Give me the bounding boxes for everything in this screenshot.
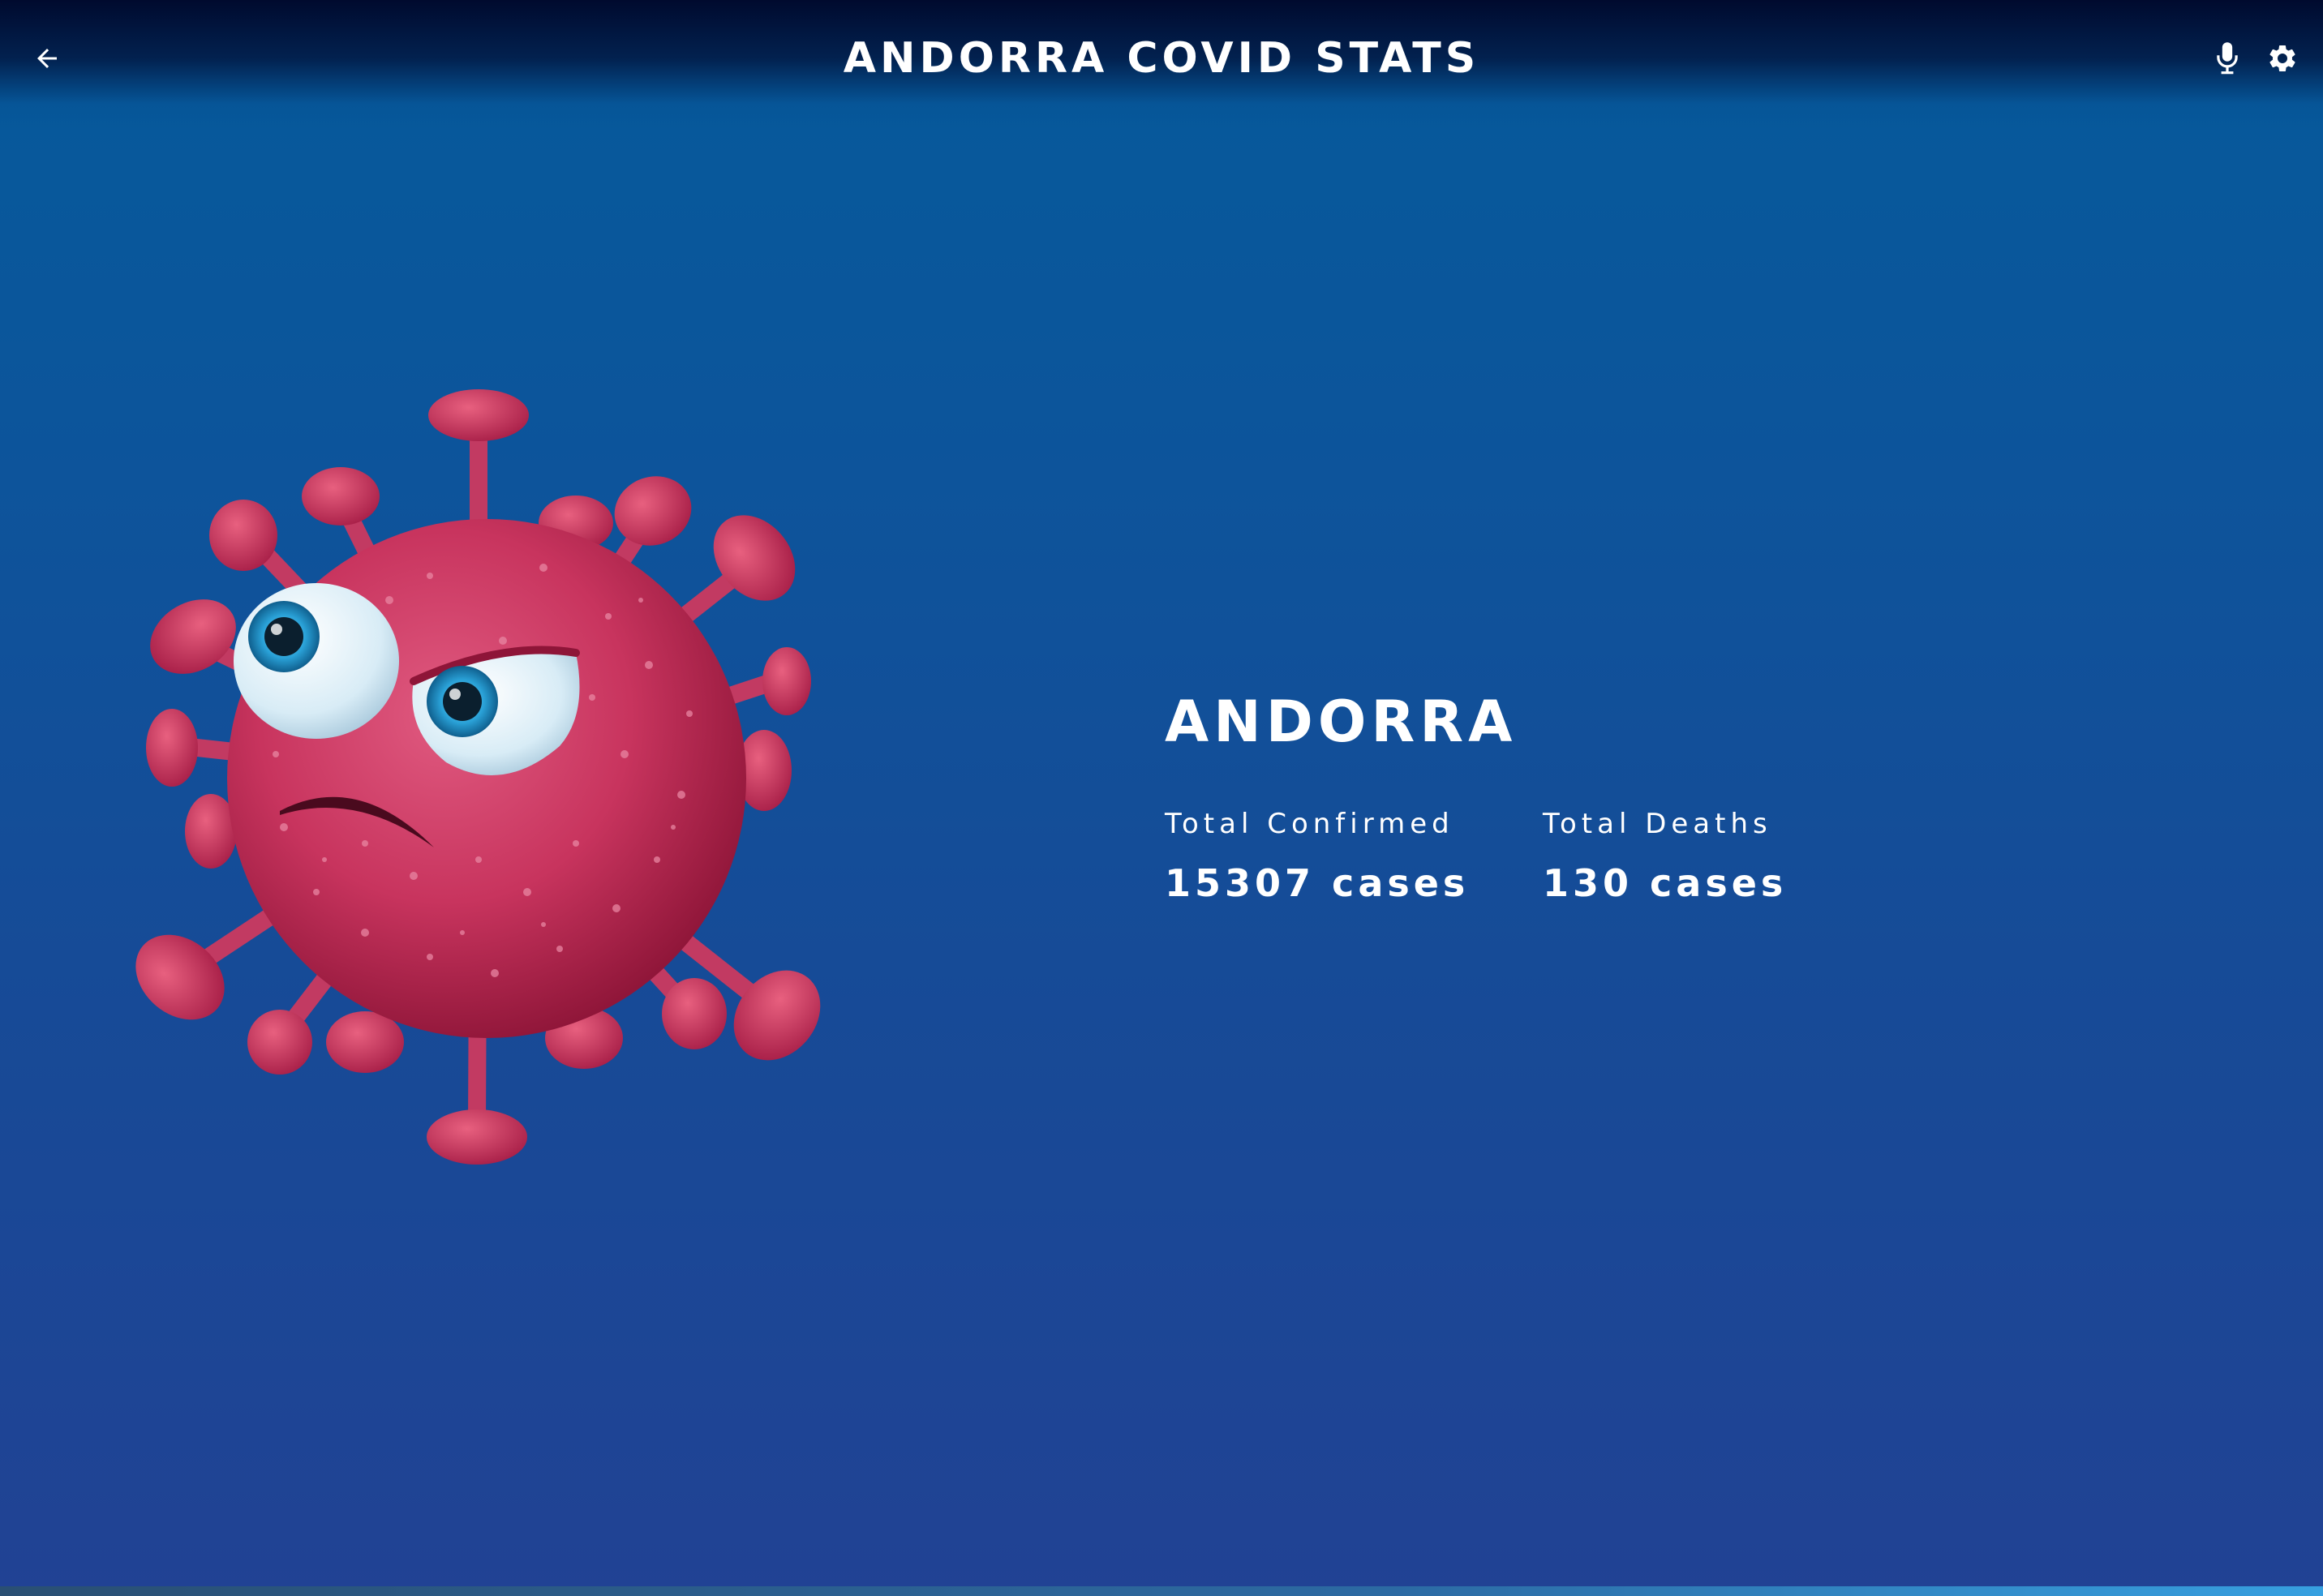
bottom-accent-bar: [0, 1586, 2323, 1596]
voice-search-button[interactable]: [2206, 36, 2248, 81]
total-confirmed-label: Total Confirmed: [1165, 808, 1454, 840]
microphone-icon: [2217, 42, 2238, 75]
virus-left-eye: [234, 583, 399, 739]
total-deaths-stat: Total Deaths 130 cases: [1543, 806, 1787, 907]
gear-icon: [2269, 45, 2295, 71]
page-title: ANDORRA COVID STATS: [843, 34, 1480, 83]
top-app-bar: ANDORRA COVID STATS: [0, 0, 2323, 130]
total-confirmed-value: 15307 cases: [1165, 861, 1470, 905]
total-confirmed-stat: Total Confirmed 15307 cases: [1165, 806, 1469, 907]
total-deaths-value: 130 cases: [1543, 861, 1788, 905]
settings-button[interactable]: [2258, 36, 2307, 81]
virus-illustration: [135, 389, 821, 1165]
country-name: ANDORRA: [1165, 689, 1518, 755]
total-deaths-label: Total Deaths: [1543, 808, 1772, 840]
